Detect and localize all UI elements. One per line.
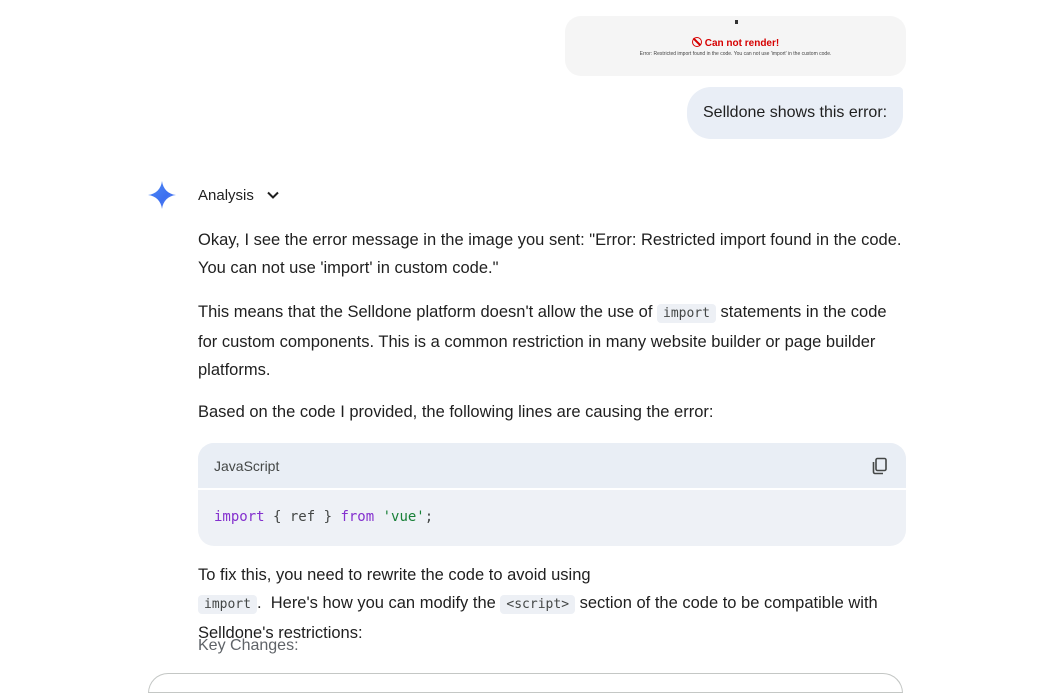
analysis-label: Analysis bbox=[198, 186, 254, 204]
code-token-plain: { ref } bbox=[264, 509, 341, 525]
chevron-down-icon bbox=[267, 191, 279, 199]
code-block: JavaScript import { ref } from 'vue'; bbox=[198, 443, 906, 546]
code-token-plain: ; bbox=[424, 509, 434, 525]
code-language-label: JavaScript bbox=[214, 457, 280, 474]
code-token-string: 'vue' bbox=[382, 509, 425, 525]
code-token-keyword: from bbox=[340, 509, 375, 525]
code-token-keyword: import bbox=[214, 509, 265, 525]
analysis-toggle[interactable]: Analysis bbox=[198, 184, 280, 206]
response-paragraph-3: Based on the code I provided, the follow… bbox=[198, 403, 714, 421]
attached-image[interactable]: Can not render! Error: Restricted import… bbox=[565, 16, 906, 76]
copy-icon[interactable] bbox=[870, 456, 890, 476]
inline-code: import bbox=[198, 595, 257, 614]
response-paragraph-1: Okay, I see the error message in the ima… bbox=[198, 231, 902, 277]
ban-icon bbox=[691, 37, 702, 47]
response-paragraph-2: This means that the Selldone platform do… bbox=[198, 298, 908, 384]
key-changes-heading: Key Changes: bbox=[198, 637, 299, 654]
inline-code: import bbox=[657, 304, 716, 323]
user-message-text: Selldone shows this error: bbox=[703, 104, 888, 121]
next-card-edge bbox=[148, 673, 903, 693]
inline-code: <script> bbox=[500, 595, 576, 614]
attached-image-title-text: Can not render! bbox=[704, 38, 780, 49]
image-fragment bbox=[735, 20, 738, 24]
paragraph-2-text-a: This means that the Selldone platform do… bbox=[198, 303, 657, 321]
code-line: import { ref } from 'vue'; bbox=[198, 490, 906, 544]
gemini-star-icon bbox=[148, 181, 176, 209]
code-block-header: JavaScript bbox=[198, 443, 906, 490]
response-paragraph-4: To fix this, you need to rewrite the cod… bbox=[198, 561, 908, 647]
attached-image-subtitle: Error: Restricted import found in the co… bbox=[639, 51, 832, 57]
user-message-bubble: Selldone shows this error: bbox=[687, 87, 904, 139]
paragraph-4-text-b: . Here's how you can modify the bbox=[256, 594, 501, 612]
attached-image-title: Can not render! bbox=[565, 37, 906, 50]
paragraph-4-text-a: To fix this, you need to rewrite the cod… bbox=[198, 566, 591, 584]
